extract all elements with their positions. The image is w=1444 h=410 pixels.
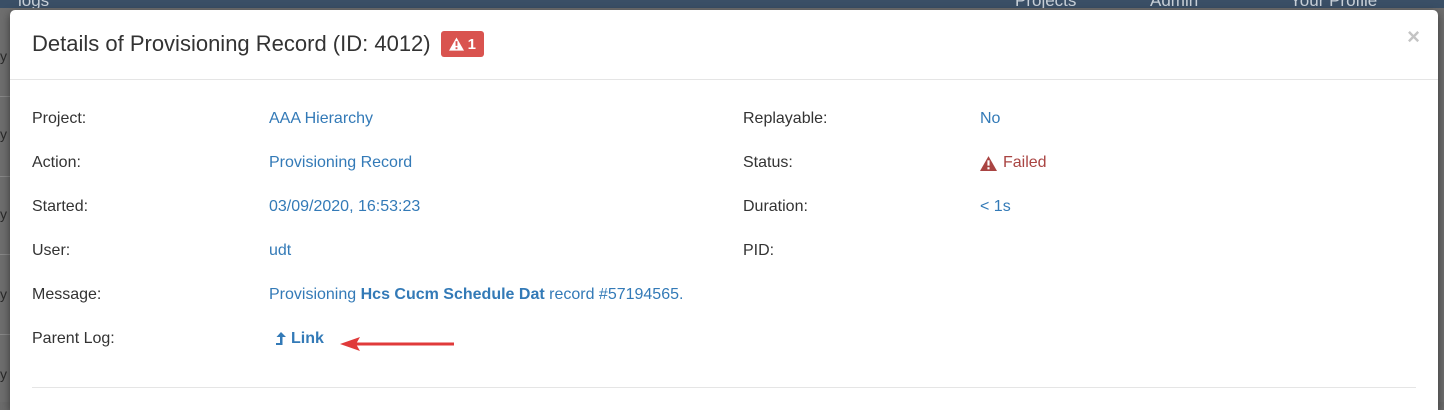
nav-item-projects[interactable]: Projects xyxy=(1015,0,1076,8)
close-button[interactable]: × xyxy=(1407,26,1420,48)
top-navbar: logs Projects Admin Your Profile xyxy=(0,0,1444,8)
detail-row: Started: 03/09/2020, 16:53:23 Duration: … xyxy=(10,198,1438,242)
user-value[interactable]: udt xyxy=(269,242,291,260)
level-up-icon xyxy=(275,332,287,347)
message-value: Provisioning Hcs Cucm Schedule Dat recor… xyxy=(269,286,683,304)
replayable-value: No xyxy=(980,110,1000,128)
message-label: Message: xyxy=(32,286,101,304)
background-row-divider xyxy=(0,254,10,255)
background-cell-text: y xyxy=(0,366,10,382)
error-count-badge: 1 xyxy=(441,31,484,57)
replayable-label: Replayable: xyxy=(743,110,828,128)
parent-log-link-label: Link xyxy=(291,330,324,348)
detail-row: Parent Log: Link xyxy=(10,330,1438,374)
action-label: Action: xyxy=(32,154,81,172)
warning-triangle-icon xyxy=(980,156,997,171)
parent-log-link[interactable]: Link xyxy=(275,330,324,348)
background-row-divider xyxy=(0,334,10,335)
status-value: Failed xyxy=(980,154,1047,172)
action-value[interactable]: Provisioning Record xyxy=(269,154,412,172)
background-cell-text: y xyxy=(0,48,10,64)
modal-body-divider xyxy=(32,387,1416,388)
started-value: 03/09/2020, 16:53:23 xyxy=(269,198,420,216)
warning-triangle-icon xyxy=(449,37,464,51)
detail-row: Action: Provisioning Record Status: Fail… xyxy=(10,154,1438,198)
background-cell-text: y xyxy=(0,286,10,302)
started-label: Started: xyxy=(32,198,88,216)
nav-item-admin[interactable]: Admin xyxy=(1150,0,1198,8)
duration-value: < 1s xyxy=(980,198,1011,216)
parent-log-value: Link xyxy=(275,330,324,352)
background-right-edge xyxy=(1438,8,1444,402)
project-label: Project: xyxy=(32,110,86,128)
duration-label: Duration: xyxy=(743,198,808,216)
status-label: Status: xyxy=(743,154,793,172)
nav-item-profile[interactable]: Your Profile xyxy=(1290,0,1377,8)
parent-log-label: Parent Log: xyxy=(32,330,115,348)
background-table-edge: y y y y y xyxy=(0,8,10,402)
detail-row: User: udt PID: xyxy=(10,242,1438,286)
message-suffix: record #57194565. xyxy=(545,286,684,303)
modal-title-text: Details of Provisioning Record (ID: 4012… xyxy=(32,31,431,57)
status-text: Failed xyxy=(1003,154,1047,172)
message-model-name: Hcs Cucm Schedule Dat xyxy=(361,286,545,303)
background-row-divider xyxy=(0,96,10,97)
red-arrow-annotation xyxy=(340,336,456,352)
project-value[interactable]: AAA Hierarchy xyxy=(269,110,373,128)
pid-label: PID: xyxy=(743,242,774,260)
nav-item-logs[interactable]: logs xyxy=(18,0,49,8)
details-modal: Details of Provisioning Record (ID: 4012… xyxy=(10,10,1438,410)
background-row-divider xyxy=(0,176,10,177)
detail-row: Message: Provisioning Hcs Cucm Schedule … xyxy=(10,286,1438,330)
detail-row: Project: AAA Hierarchy Replayable: No xyxy=(10,110,1438,154)
message-prefix: Provisioning xyxy=(269,286,361,303)
user-label: User: xyxy=(32,242,70,260)
modal-header: Details of Provisioning Record (ID: 4012… xyxy=(10,10,1438,80)
background-cell-text: y xyxy=(0,126,10,142)
error-count: 1 xyxy=(468,36,476,53)
modal-title: Details of Provisioning Record (ID: 4012… xyxy=(32,31,484,57)
background-cell-text: y xyxy=(0,206,10,222)
